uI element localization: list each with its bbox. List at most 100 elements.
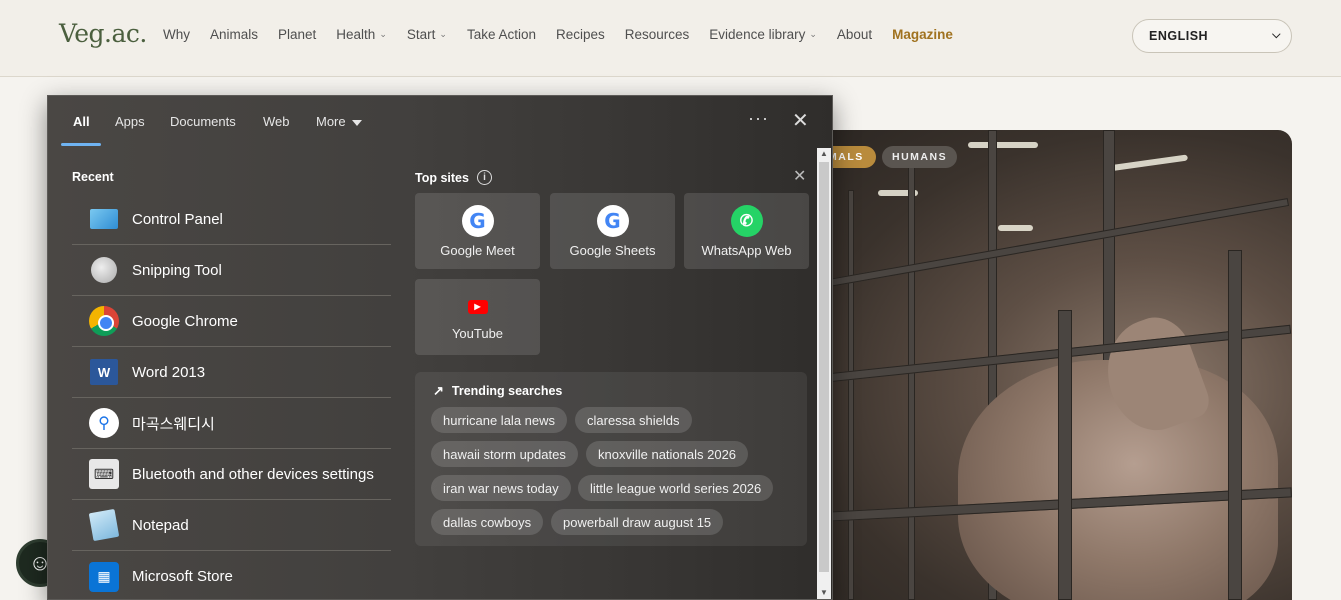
search-icon: ⚲ bbox=[89, 408, 119, 438]
bluetooth-settings-icon: ⌨ bbox=[89, 459, 119, 489]
tab-more-label: More bbox=[316, 114, 346, 129]
trending-up-icon: ↗ bbox=[433, 383, 444, 398]
top-sites-title: Top sites bbox=[415, 170, 469, 185]
scroll-thumb[interactable] bbox=[819, 162, 829, 572]
top-site-google-sheets[interactable]: G Google Sheets bbox=[550, 193, 675, 269]
trending-chip[interactable]: powerball draw august 15 bbox=[551, 509, 724, 535]
recent-item-control-panel[interactable]: Control Panel bbox=[72, 194, 391, 245]
recent-heading: Recent bbox=[72, 170, 114, 184]
chevron-down-icon: ⌄ bbox=[439, 29, 447, 39]
chevron-down-icon: ⌄ bbox=[379, 29, 387, 39]
nav-health[interactable]: Health ⌄ bbox=[336, 27, 387, 42]
tab-documents[interactable]: Documents bbox=[170, 114, 236, 129]
word-icon: W bbox=[90, 359, 118, 385]
info-icon[interactable]: i bbox=[476, 170, 492, 185]
top-site-label: WhatsApp Web bbox=[701, 242, 792, 258]
nav-recipes[interactable]: Recipes bbox=[556, 27, 605, 42]
recent-item-notepad[interactable]: Notepad bbox=[72, 500, 391, 551]
trending-heading: ↗ Trending searches bbox=[433, 383, 562, 399]
recent-item-snipping-tool[interactable]: Snipping Tool bbox=[72, 245, 391, 296]
chevron-down-icon: ⌵ bbox=[1272, 29, 1281, 41]
trending-searches-panel: ↗ Trending searches hurricane lala news … bbox=[415, 372, 807, 546]
recent-item-web-search[interactable]: ⚲ 마곡스웨디시 bbox=[72, 398, 391, 449]
whatsapp-icon: ✆ bbox=[730, 204, 763, 237]
nav-label: Magazine bbox=[892, 27, 953, 42]
close-icon[interactable]: ✕ bbox=[792, 108, 809, 133]
nav-label: Take Action bbox=[466, 27, 536, 42]
more-options-icon[interactable]: ··· bbox=[748, 108, 769, 129]
site-logo[interactable]: Veg.ac. bbox=[59, 19, 147, 48]
notepad-icon bbox=[88, 508, 120, 542]
nav-label: Recipes bbox=[555, 27, 605, 42]
tag-label: MALS bbox=[828, 151, 864, 163]
recent-item-label: Microsoft Store bbox=[132, 568, 233, 585]
trending-chip[interactable]: knoxville nationals 2026 bbox=[586, 441, 749, 467]
top-site-label: Google Sheets bbox=[569, 242, 656, 258]
language-select[interactable]: ENGLISH ⌵ bbox=[1132, 19, 1292, 53]
recent-item-label: Notepad bbox=[132, 516, 189, 534]
recent-item-label: 마곡스웨디시 bbox=[132, 415, 215, 433]
search-flyout: All Apps Documents Web More ··· ✕ Recent… bbox=[47, 95, 833, 600]
nav-label: Health bbox=[336, 27, 376, 42]
hero-image bbox=[808, 130, 1292, 600]
nav-why[interactable]: Why bbox=[163, 27, 190, 42]
top-sites-heading: Top sites i bbox=[415, 170, 492, 185]
tab-apps[interactable]: Apps bbox=[115, 114, 145, 129]
tag-humans[interactable]: HUMANS bbox=[882, 146, 958, 168]
scrollbar[interactable]: ▲ ▼ bbox=[817, 148, 831, 599]
site-header: Veg.ac. Why Animals Planet Health ⌄ Start… bbox=[0, 0, 1341, 77]
scroll-up-icon[interactable]: ▲ bbox=[817, 149, 831, 161]
nav-label: Resources bbox=[624, 27, 690, 42]
language-value: ENGLISH bbox=[1149, 29, 1209, 43]
trending-chip[interactable]: hawaii storm updates bbox=[431, 441, 578, 467]
tag-label: HUMANS bbox=[892, 151, 948, 163]
trending-chip[interactable]: dallas cowboys bbox=[431, 509, 544, 535]
recent-item-label: Snipping Tool bbox=[132, 261, 222, 279]
recent-item-microsoft-store[interactable]: ▦ Microsoft Store bbox=[72, 551, 391, 599]
control-panel-icon bbox=[90, 209, 118, 229]
recent-item-label: Control Panel bbox=[132, 210, 223, 228]
nav-evidence-library[interactable]: Evidence library ⌄ bbox=[709, 27, 817, 42]
top-site-label: YouTube bbox=[451, 325, 504, 341]
nav-magazine[interactable]: Magazine bbox=[892, 27, 953, 42]
top-site-google-meet[interactable]: G Google Meet bbox=[415, 193, 540, 269]
scroll-down-icon[interactable]: ▼ bbox=[817, 588, 831, 599]
nav-take-action[interactable]: Take Action bbox=[467, 27, 536, 42]
chevron-down-icon: ⌄ bbox=[809, 29, 817, 39]
recent-item-label: Word 2013 bbox=[132, 363, 206, 381]
nav-label: Why bbox=[163, 27, 190, 42]
recent-item-google-chrome[interactable]: Google Chrome bbox=[72, 296, 391, 347]
nav-label: Start bbox=[406, 27, 436, 42]
search-tabs: All Apps Documents Web More ··· ✕ bbox=[48, 96, 832, 146]
recent-item-word-2013[interactable]: W Word 2013 bbox=[72, 347, 391, 398]
recent-item-label: Bluetooth and other devices settings bbox=[132, 465, 374, 483]
top-site-youtube[interactable]: ▶ YouTube bbox=[415, 279, 540, 355]
active-tab-indicator bbox=[61, 143, 101, 146]
nav-start[interactable]: Start ⌄ bbox=[407, 27, 447, 42]
nav-label: Planet bbox=[278, 27, 317, 42]
recent-list: Control Panel Snipping Tool Google Chrom… bbox=[72, 194, 391, 599]
nav-animals[interactable]: Animals bbox=[210, 27, 258, 42]
tab-all[interactable]: All bbox=[73, 114, 90, 129]
trending-chip[interactable]: little league world series 2026 bbox=[578, 475, 774, 501]
nav-resources[interactable]: Resources bbox=[625, 27, 690, 42]
top-site-whatsapp-web[interactable]: ✆ WhatsApp Web bbox=[684, 193, 809, 269]
google-icon: G bbox=[461, 204, 494, 237]
trending-chip[interactable]: hurricane lala news bbox=[431, 407, 568, 433]
recent-item-label: Google Chrome bbox=[132, 312, 238, 330]
tab-web[interactable]: Web bbox=[263, 114, 290, 129]
snipping-tool-icon bbox=[91, 257, 117, 283]
recent-item-bluetooth-settings[interactable]: ⌨ Bluetooth and other devices settings bbox=[72, 449, 391, 500]
trending-chip[interactable]: iran war news today bbox=[431, 475, 571, 501]
google-icon: G bbox=[596, 204, 629, 237]
nav-about[interactable]: About bbox=[837, 27, 872, 42]
chrome-icon bbox=[89, 306, 119, 336]
youtube-icon: ▶ bbox=[467, 299, 488, 314]
tab-more[interactable]: More bbox=[316, 114, 362, 129]
trending-chip[interactable]: claressa shields bbox=[575, 407, 692, 433]
main-nav: Why Animals Planet Health ⌄ Start ⌄ Take A… bbox=[163, 27, 973, 42]
top-site-label: Google Meet bbox=[440, 242, 515, 258]
store-icon: ▦ bbox=[89, 561, 119, 592]
nav-planet[interactable]: Planet bbox=[278, 27, 316, 42]
dismiss-top-sites-icon[interactable]: ✕ bbox=[793, 166, 806, 186]
